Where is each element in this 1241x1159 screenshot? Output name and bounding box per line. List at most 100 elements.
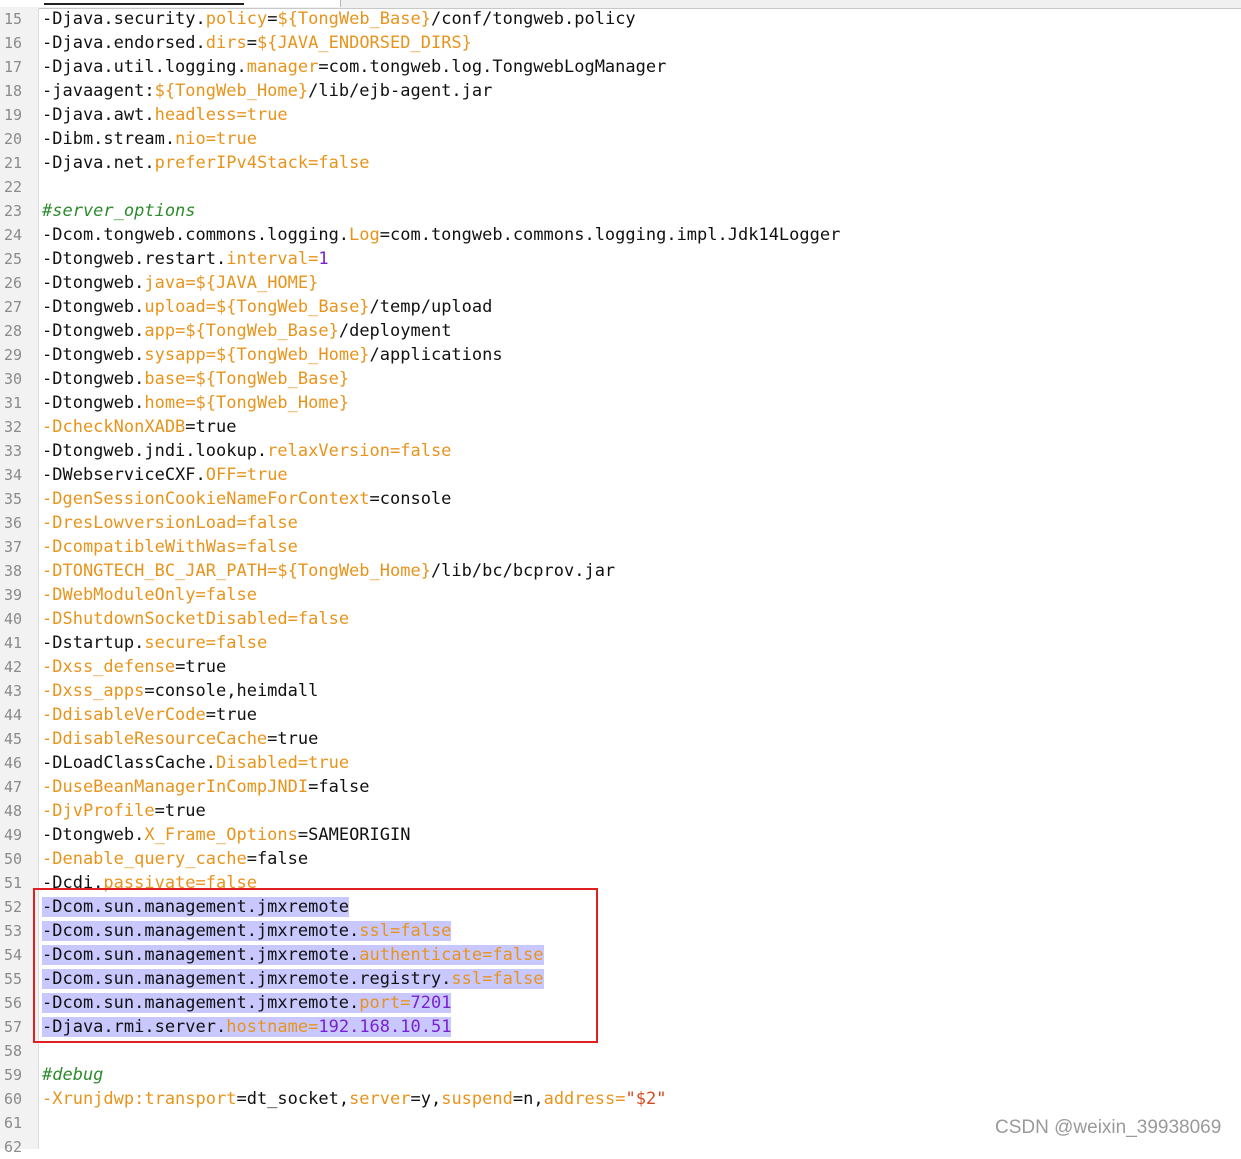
code-token: -Dxss_apps (42, 681, 145, 701)
code-token: =${TongWeb_Base} (185, 369, 350, 389)
code-line[interactable]: 50 -Denable_query_cache=false (0, 847, 1241, 871)
code-line[interactable]: 23 #server_options (0, 199, 1241, 223)
code-token: -DdisableResourceCache (42, 729, 268, 749)
code-line[interactable]: 32 -DcheckNonXADB=true (0, 415, 1241, 439)
code-token: =${TongWeb_Home} (267, 561, 431, 581)
line-number: 58 (3, 1042, 22, 1060)
code-token: /temp/upload (369, 297, 493, 317)
code-line[interactable]: 57 -Djava.rmi.server.hostname=192.168.10.… (0, 1015, 1241, 1039)
line-number: 52 (3, 898, 22, 916)
code-line[interactable]: 27 -Dtongweb.upload=${TongWeb_Base}/temp/… (0, 295, 1241, 319)
code-line[interactable]: 55 -Dcom.sun.management.jmxremote.registr… (0, 967, 1241, 991)
code-token: secure (144, 633, 206, 653)
code-token: = (308, 249, 319, 269)
code-line[interactable]: 28 -Dtongweb.app=${TongWeb_Base}/deployme… (0, 319, 1241, 343)
code-line[interactable]: 36 -DresLowversionLoad=false (0, 511, 1241, 535)
watermark: CSDN @weixin_39938069 (995, 1117, 1222, 1138)
code-line[interactable]: 21 -Djava.net.preferIPv4Stack=false (0, 151, 1241, 175)
line-number: 19 (3, 106, 22, 124)
code-line[interactable]: 29 -Dtongweb.sysapp=${TongWeb_Home}/appli… (0, 343, 1241, 367)
code-token: -Dtongweb. (42, 297, 145, 317)
code-line[interactable]: 43 -Dxss_apps=console,heimdall (0, 679, 1241, 703)
code-line[interactable]: 60 -Xrunjdwp:transport=dt_socket,server=y… (0, 1087, 1241, 1111)
code-text: -Djava.endorsed.dirs=${JAVA_ENDORSED_DIR… (42, 31, 472, 55)
code-line[interactable]: 52 -Dcom.sun.management.jmxremote (0, 895, 1241, 919)
line-number: 61 (3, 1114, 22, 1132)
code-line[interactable]: 48 -DjvProfile=true (0, 799, 1241, 823)
code-line[interactable]: 20 -Dibm.stream.nio=true (0, 127, 1241, 151)
code-token: =false (246, 849, 309, 869)
code-token: preferIPv4Stack (154, 153, 309, 173)
line-number: 48 (3, 802, 22, 820)
code-line[interactable]: 49 -Dtongweb.X_Frame_Options=SAMEORIGIN (0, 823, 1241, 847)
code-line[interactable]: 58 (0, 1039, 1241, 1063)
code-line[interactable]: 15 -Djava.security.policy=${TongWeb_Base}… (0, 7, 1241, 31)
code-line[interactable]: 44 -DdisableVerCode=true (0, 703, 1241, 727)
code-text: -DWebserviceCXF.OFF=true (42, 463, 288, 487)
code-line[interactable]: 53 -Dcom.sun.management.jmxremote.ssl=fal… (0, 919, 1241, 943)
code-line[interactable]: 45 -DdisableResourceCache=true (0, 727, 1241, 751)
code-token: passivate (103, 873, 196, 893)
code-line[interactable]: 25 -Dtongweb.restart.interval=1 (0, 247, 1241, 271)
code-editor[interactable]: 15 -Djava.security.policy=${TongWeb_Base}… (0, 0, 1241, 1156)
code-line[interactable]: 35 -DgenSessionCookieNameForContext=conso… (0, 487, 1241, 511)
code-line[interactable]: 47 -DuseBeanManagerInCompJNDI=false (0, 775, 1241, 799)
code-token: -Dtongweb. (42, 393, 145, 413)
code-line[interactable]: 56 -Dcom.sun.management.jmxremote.port=72… (0, 991, 1241, 1015)
code-token: port (359, 993, 401, 1013)
code-token: -Dtongweb. (42, 273, 145, 293)
code-token: =false (308, 777, 370, 797)
code-line[interactable]: 41 -Dstartup.secure=false (0, 631, 1241, 655)
code-token: =SAMEORIGIN (297, 825, 411, 845)
code-line[interactable]: 42 -Dxss_defense=true (0, 655, 1241, 679)
code-token: authenticate (359, 945, 483, 965)
line-number: 38 (3, 562, 22, 580)
code-line[interactable]: 18 -javaagent:${TongWeb_Home}/lib/ejb-age… (0, 79, 1241, 103)
code-token: =false (236, 513, 298, 533)
code-line[interactable]: 34 -DWebserviceCXF.OFF=true (0, 463, 1241, 487)
code-token: -Dxss_defense (42, 657, 176, 677)
code-token: home (144, 393, 186, 413)
code-text: -DjvProfile=true (42, 799, 206, 823)
code-token: ${TongWeb_Home} (154, 81, 309, 101)
code-token: upload (144, 297, 206, 317)
code-text: -DcompatibleWithWas=false (42, 535, 298, 559)
code-text: #server_options (42, 199, 196, 223)
code-token: -Djava.util.logging. (42, 57, 247, 77)
code-line[interactable]: 30 -Dtongweb.base=${TongWeb_Base} (0, 367, 1241, 391)
code-line[interactable]: 38 -DTONGTECH_BC_JAR_PATH=${TongWeb_Home}… (0, 559, 1241, 583)
code-line[interactable]: 31 -Dtongweb.home=${TongWeb_Home} (0, 391, 1241, 415)
code-line[interactable]: 39 -DWebModuleOnly=false (0, 583, 1241, 607)
code-token: =com.tongweb.log.TongwebLogManager (318, 57, 667, 77)
code-line[interactable]: 22 (0, 175, 1241, 199)
code-token: =${JAVA_HOME} (185, 273, 319, 293)
code-token: =true (175, 657, 227, 677)
code-token: ssl (451, 969, 483, 989)
code-line[interactable]: 26 -Dtongweb.java=${JAVA_HOME} (0, 271, 1241, 295)
code-token: -DShutdownSocketDisabled (42, 609, 288, 629)
line-number: 27 (3, 298, 22, 316)
code-token: -javaagent: (42, 81, 155, 101)
code-token: -Denable_query_cache (42, 849, 247, 869)
code-line[interactable]: 40 -DShutdownSocketDisabled=false (0, 607, 1241, 631)
line-number: 44 (3, 706, 22, 724)
code-line[interactable]: 51 -Dcdi.passivate=false (0, 871, 1241, 895)
code-text: -Djava.net.preferIPv4Stack=false (42, 151, 370, 175)
code-text: -DdisableVerCode=true (42, 703, 257, 727)
line-number: 20 (3, 130, 22, 148)
code-token: 1 (318, 249, 329, 269)
code-token: -Dcom.tongweb.commons.logging. (42, 225, 350, 245)
code-line[interactable]: 17 -Djava.util.logging.manager=com.tongwe… (0, 55, 1241, 79)
code-line[interactable]: 59 #debug (0, 1063, 1241, 1087)
code-token: -Dtongweb.jndi.lookup. (42, 441, 268, 461)
code-line[interactable]: 24 -Dcom.tongweb.commons.logging.Log=com.… (0, 223, 1241, 247)
code-line[interactable]: 19 -Djava.awt.headless=true (0, 103, 1241, 127)
code-line[interactable]: 46 -DLoadClassCache.Disabled=true (0, 751, 1241, 775)
code-token: nio (175, 129, 206, 149)
code-token: =y, (410, 1089, 442, 1109)
code-line[interactable]: 16 -Djava.endorsed.dirs=${JAVA_ENDORSED_D… (0, 31, 1241, 55)
code-text: -Djava.rmi.server.hostname=192.168.10.51 (42, 1015, 452, 1039)
code-line[interactable]: 54 -Dcom.sun.management.jmxremote.authent… (0, 943, 1241, 967)
code-line[interactable]: 37 -DcompatibleWithWas=false (0, 535, 1241, 559)
code-line[interactable]: 33 -Dtongweb.jndi.lookup.relaxVersion=fal… (0, 439, 1241, 463)
